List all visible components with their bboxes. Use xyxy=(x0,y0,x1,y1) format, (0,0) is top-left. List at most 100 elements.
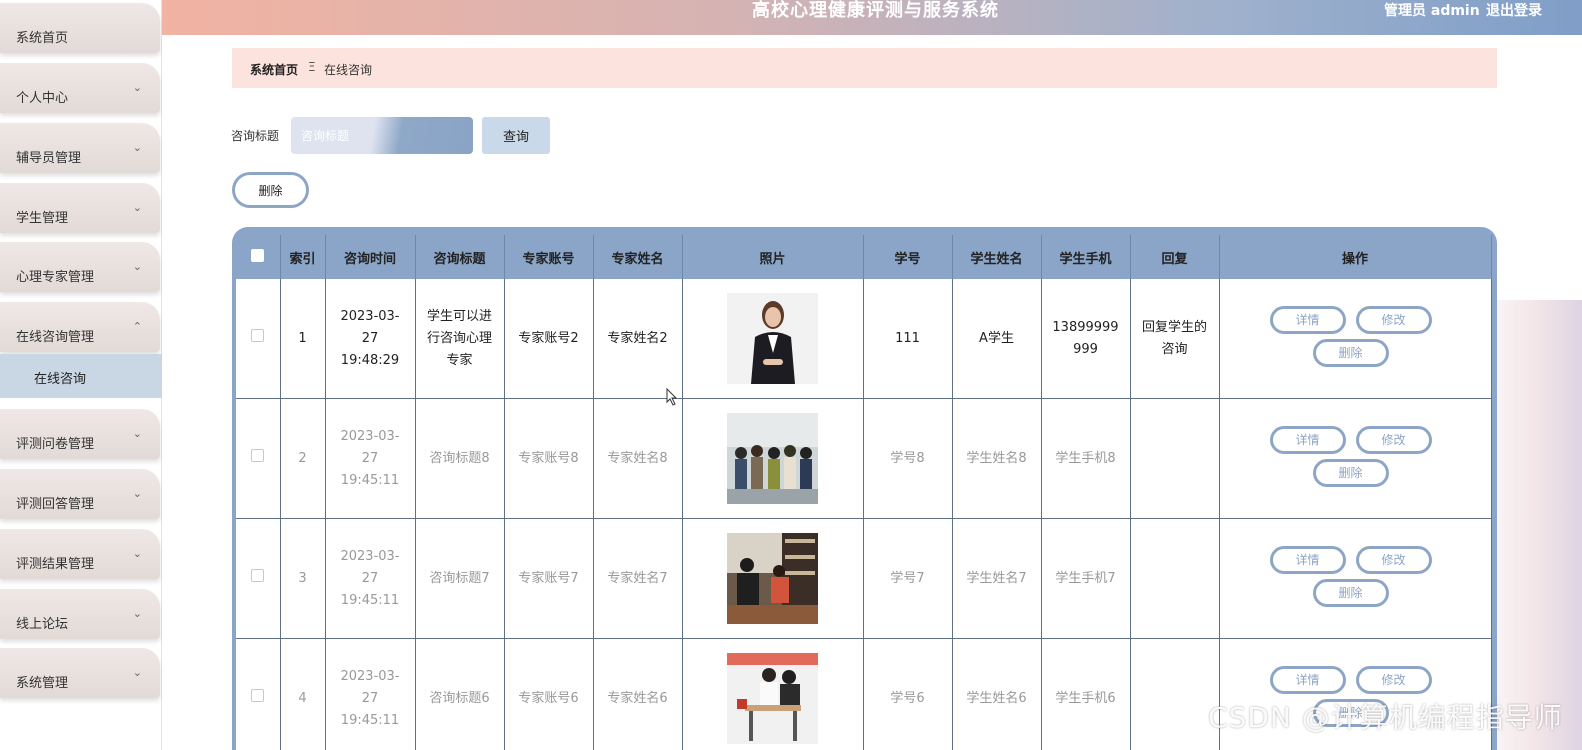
edit-button[interactable]: 修改 xyxy=(1355,546,1432,574)
sidebar: 系统首页 个人中心 ⌄ 辅导员管理 ⌄ 学生管理 ⌄ 心理专家管理 ⌄ 在线咨询… xyxy=(0,0,162,750)
cell-expert-name: 专家姓名6 xyxy=(593,638,683,750)
cell-title: 学生可以进行咨询心理专家 xyxy=(415,279,505,399)
chevron-down-icon: ⌄ xyxy=(132,260,142,273)
row-checkbox[interactable] xyxy=(251,328,265,342)
group-photo-image xyxy=(727,413,818,504)
search-input[interactable] xyxy=(291,117,473,154)
detail-button[interactable]: 详情 xyxy=(1269,426,1346,454)
column-header: 学生手机 xyxy=(1041,235,1131,279)
cell-phone: 13899999999 xyxy=(1041,279,1131,399)
cell-student-name: 学生姓名6 xyxy=(952,638,1042,750)
cell-reply xyxy=(1130,398,1220,519)
detail-button[interactable]: 详情 xyxy=(1269,546,1346,574)
cell-student-name: 学生姓名7 xyxy=(952,518,1042,639)
cell-phone: 学生手机8 xyxy=(1041,398,1131,519)
sidebar-item-label: 心理专家管理 xyxy=(16,270,95,285)
chevron-down-icon: ⌄ xyxy=(132,487,142,500)
sidebar-item-label: 个人中心 xyxy=(16,91,69,106)
sidebar-item-answers[interactable]: 评测回答管理 ⌄ xyxy=(0,469,160,519)
cell-time: 2023-03-27 19:45:11 xyxy=(325,638,416,750)
cell-index: 3 xyxy=(280,518,326,639)
detail-button[interactable]: 详情 xyxy=(1269,306,1346,334)
cell-expert-name: 专家姓名8 xyxy=(593,398,683,519)
cell-index: 2 xyxy=(280,398,326,519)
query-button[interactable]: 查询 xyxy=(482,117,550,154)
column-header: 照片 xyxy=(682,235,864,279)
cell-student-no: 学号6 xyxy=(863,638,953,750)
data-table-container: 索引 咨询时间 咨询标题 专家账号 专家姓名 照片 学号 学生姓名 学生手机 回… xyxy=(232,227,1497,750)
cell-time: 2023-03-27 19:45:11 xyxy=(325,398,416,519)
cell-reply: 回复学生的咨询 xyxy=(1130,279,1220,399)
delete-button[interactable]: 删除 xyxy=(1312,459,1389,487)
cell-photo xyxy=(682,279,864,399)
cell-expert-account: 专家账号2 xyxy=(504,279,594,399)
cell-reply xyxy=(1130,638,1220,750)
cell-time: 2023-03-27 19:45:11 xyxy=(325,518,416,639)
batch-delete-button[interactable]: 删除 xyxy=(232,172,309,208)
row-select-cell xyxy=(236,279,281,399)
cell-expert-name: 专家姓名2 xyxy=(593,279,683,399)
chevron-down-icon: ⌄ xyxy=(132,141,142,154)
cell-reply xyxy=(1130,518,1220,639)
chevron-down-icon: ⌄ xyxy=(132,81,142,94)
edit-button[interactable]: 修改 xyxy=(1355,666,1432,694)
table-row: 2 2023-03-27 19:45:11 咨询标题8 专家账号8 专家姓名8 xyxy=(236,398,1492,519)
sidebar-item-students[interactable]: 学生管理 ⌄ xyxy=(0,183,160,233)
detail-button[interactable]: 详情 xyxy=(1269,666,1346,694)
consult-table: 索引 咨询时间 咨询标题 专家账号 专家姓名 照片 学号 学生姓名 学生手机 回… xyxy=(236,235,1492,750)
sidebar-item-online-consult[interactable]: 在线咨询管理 ⌃ xyxy=(0,302,160,352)
cell-photo xyxy=(682,518,864,639)
row-checkbox[interactable] xyxy=(251,568,265,582)
cell-actions: 详情 修改 删除 xyxy=(1219,518,1492,639)
sidebar-item-personal-center[interactable]: 个人中心 ⌄ xyxy=(0,63,160,113)
cell-time: 2023-03-27 19:48:29 xyxy=(325,279,416,399)
sidebar-subitem-online-consult[interactable]: 在线咨询 xyxy=(0,354,162,398)
sidebar-item-forum[interactable]: 线上论坛 ⌄ xyxy=(0,589,160,639)
table-row: 3 2023-03-27 19:45:11 咨询标题7 专家账号7 专家姓名7 xyxy=(236,518,1492,639)
delete-button[interactable]: 删除 xyxy=(1312,339,1389,367)
row-select-cell xyxy=(236,638,281,750)
sidebar-item-experts[interactable]: 心理专家管理 ⌄ xyxy=(0,242,160,292)
cell-photo xyxy=(682,638,864,750)
row-select-cell xyxy=(236,518,281,639)
sidebar-item-label: 评测回答管理 xyxy=(16,497,95,512)
breadcrumb-home[interactable]: 系统首页 xyxy=(250,61,298,78)
column-header: 学号 xyxy=(863,235,953,279)
row-checkbox[interactable] xyxy=(251,688,265,702)
cell-expert-account: 专家账号8 xyxy=(504,398,594,519)
cell-actions: 详情 修改 删除 xyxy=(1219,279,1492,399)
logout-link[interactable]: 退出登录 xyxy=(1486,0,1542,20)
select-all-cell xyxy=(236,235,281,279)
chevron-down-icon: ⌄ xyxy=(132,201,142,214)
breadcrumb-separator-icon: Ξ xyxy=(308,60,316,74)
sidebar-item-label: 系统管理 xyxy=(16,676,69,691)
sidebar-item-home[interactable]: 系统首页 xyxy=(0,3,160,53)
sidebar-item-questionnaire[interactable]: 评测问卷管理 ⌄ xyxy=(0,409,160,459)
app-title: 高校心理健康评测与服务系统 xyxy=(752,0,999,21)
cell-index: 1 xyxy=(280,279,326,399)
breadcrumb-current: 在线咨询 xyxy=(324,63,373,77)
column-header: 索引 xyxy=(280,235,326,279)
row-checkbox[interactable] xyxy=(251,448,265,462)
edit-button[interactable]: 修改 xyxy=(1355,426,1432,454)
sidebar-item-label: 在线咨询管理 xyxy=(16,330,95,345)
cell-student-name: 学生姓名8 xyxy=(952,398,1042,519)
select-all-checkbox[interactable] xyxy=(251,248,265,262)
sidebar-item-system[interactable]: 系统管理 ⌄ xyxy=(0,648,160,698)
edit-button[interactable]: 修改 xyxy=(1355,306,1432,334)
top-header: 高校心理健康评测与服务系统 管理员 admin 退出登录 xyxy=(162,0,1582,35)
table-header-row: 索引 咨询时间 咨询标题 专家账号 专家姓名 照片 学号 学生姓名 学生手机 回… xyxy=(236,235,1492,279)
column-header: 专家姓名 xyxy=(593,235,683,279)
meeting-photo-image xyxy=(727,653,818,744)
sidebar-item-label: 线上论坛 xyxy=(16,617,69,632)
sidebar-item-results[interactable]: 评测结果管理 ⌄ xyxy=(0,529,160,579)
sidebar-item-label: 评测问卷管理 xyxy=(16,437,95,452)
column-header: 操作 xyxy=(1219,235,1492,279)
sidebar-subitem-label: 在线咨询 xyxy=(34,372,87,387)
chevron-down-icon: ⌄ xyxy=(132,547,142,560)
column-header: 咨询时间 xyxy=(325,235,416,279)
sidebar-item-counselor[interactable]: 辅导员管理 ⌄ xyxy=(0,123,160,173)
search-label: 咨询标题 xyxy=(231,129,280,143)
cell-student-no: 111 xyxy=(863,279,953,399)
delete-button[interactable]: 删除 xyxy=(1312,579,1389,607)
